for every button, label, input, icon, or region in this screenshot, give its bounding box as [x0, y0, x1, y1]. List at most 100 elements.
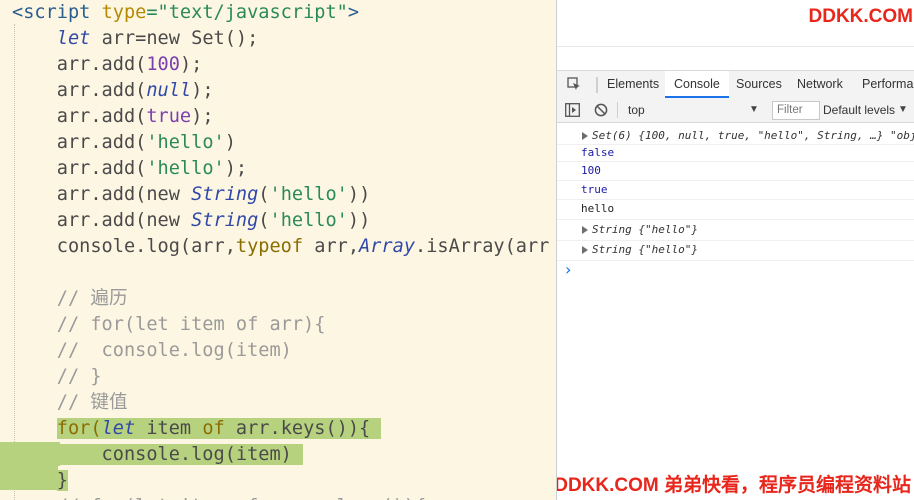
- watermark-bottom: DDKK.COM 弟弟快看，程序员编程资料站: [557, 472, 914, 500]
- sidebar-toggle-icon[interactable]: [565, 103, 580, 117]
- clear-console-icon[interactable]: [594, 103, 608, 117]
- code-token: Array: [359, 236, 416, 257]
- code-line: arr.add(100);: [12, 52, 203, 78]
- code-line: arr.add('hello');: [12, 156, 247, 182]
- code-token: <script: [12, 2, 102, 23]
- code-line: let arr=new Set();: [12, 26, 259, 52]
- tab-sources[interactable]: Sources: [736, 71, 782, 98]
- code-token: item: [135, 418, 203, 439]
- tab-console[interactable]: Console: [665, 71, 729, 98]
- code-token: arr.add(: [12, 54, 147, 75]
- console-log-text: String {"hello"}: [592, 222, 698, 236]
- code-token: 'hello': [269, 184, 348, 205]
- expand-triangle-icon[interactable]: [582, 225, 588, 234]
- code-token: for(: [56, 418, 102, 439]
- console-log-text: String {"hello"}: [592, 243, 698, 256]
- code-token: ="text/javascript": [146, 2, 348, 23]
- code-token: let: [101, 418, 136, 439]
- code-line: }: [12, 468, 68, 494]
- levels-chevron-down-icon[interactable]: ▼: [898, 98, 908, 122]
- console-log-row[interactable]: String {"hello"}: [557, 240, 914, 261]
- tab-network[interactable]: Network: [797, 71, 843, 98]
- code-line: arr.add(true);: [12, 104, 214, 130]
- code-token: String: [191, 184, 259, 205]
- code-line: console.log(item): [12, 442, 304, 468]
- code-token: arr.add(new: [12, 210, 192, 231]
- code-token: // for(let item of arr.values()){: [57, 496, 426, 500]
- code-token: 'hello': [146, 158, 225, 179]
- tab-elements[interactable]: Elements: [607, 71, 659, 98]
- code-token: true: [146, 106, 192, 127]
- code-token: arr.add(: [12, 106, 147, 127]
- devtools-panel: DDKK.COM Elements Console Sources Networ…: [556, 0, 914, 500]
- tab-divider: [596, 77, 598, 93]
- code-token: arr.keys()){: [224, 418, 382, 439]
- code-line: arr.add('hello'): [12, 130, 236, 156]
- code-token: null: [146, 80, 192, 101]
- code-line: arr.add(new String('hello')): [12, 182, 371, 208]
- code-token: 'hello': [146, 132, 225, 153]
- code-token: >: [347, 2, 360, 23]
- code-line: // for(let item of arr.values()){: [12, 494, 426, 500]
- default-levels-select[interactable]: Default levels: [823, 98, 895, 122]
- console-log-text: Set(6) {100, null, true, "hello", String…: [592, 129, 914, 142]
- console-toolbar: top ▼ Filter Default levels ▼: [557, 98, 914, 123]
- code-token: }: [56, 470, 68, 491]
- console-log-row[interactable]: String {"hello"}: [557, 219, 914, 241]
- code-token: (: [258, 184, 270, 205]
- expand-triangle-icon[interactable]: [582, 132, 588, 140]
- console-log-row[interactable]: Set(6) {100, null, true, "hello", String…: [557, 128, 914, 145]
- tab-performance[interactable]: Performan: [862, 71, 914, 98]
- context-select[interactable]: top: [628, 98, 645, 122]
- code-token: of: [202, 418, 225, 439]
- code-line: // 遍历: [12, 286, 128, 312]
- code-token: console.log(arr,: [12, 236, 236, 257]
- console-log-row: false: [557, 144, 914, 162]
- code-token: arr.add(: [12, 80, 147, 101]
- toolbar-divider: [617, 102, 618, 118]
- code-token: // }: [56, 366, 102, 387]
- divider: [557, 46, 914, 47]
- code-token: )): [347, 184, 371, 205]
- console-log-row: true: [557, 180, 914, 200]
- chevron-down-icon[interactable]: ▼: [749, 98, 759, 122]
- code-token: typeof: [235, 236, 304, 257]
- code-token: console.log(item): [12, 444, 304, 465]
- code-line: // for(let item of arr){: [12, 312, 326, 338]
- code-line: for(let item of arr.keys()){: [12, 416, 382, 442]
- code-token: // 遍历: [56, 288, 128, 309]
- code-token: 'hello': [269, 210, 348, 231]
- code-token: )): [347, 210, 371, 231]
- code-token: // for(let item of arr){: [56, 314, 326, 335]
- code-token: 100: [146, 54, 180, 75]
- code-token: arr.add(: [12, 132, 147, 153]
- code-token: arr.add(: [12, 158, 147, 179]
- code-token: arr=new Set();: [90, 28, 259, 49]
- devtools-tab-bar: Elements Console Sources Network Perform…: [557, 70, 914, 99]
- code-token: type: [101, 2, 147, 23]
- console-prompt-icon[interactable]: ›: [565, 260, 571, 279]
- code-editor[interactable]: <script type="text/javascript"> let arr=…: [0, 0, 556, 500]
- console-log-row: hello: [557, 199, 914, 220]
- console-log-text: false: [581, 145, 615, 159]
- inspect-element-icon[interactable]: [567, 77, 581, 91]
- console-log-row: 100: [557, 161, 914, 181]
- expand-triangle-icon[interactable]: [582, 246, 588, 254]
- filter-input[interactable]: Filter: [772, 101, 820, 120]
- code-token: arr,: [303, 236, 360, 257]
- console-log-text: 100: [581, 163, 601, 177]
- code-token: .isArray(arr: [415, 236, 550, 257]
- code-line: // 键值: [12, 390, 128, 416]
- code-token: let: [56, 28, 91, 49]
- code-token: );: [224, 158, 248, 179]
- code-token: // 键值: [56, 392, 128, 413]
- code-token: ): [224, 132, 236, 153]
- console-log-text: hello: [581, 202, 615, 215]
- code-line: // console.log(item): [12, 338, 292, 364]
